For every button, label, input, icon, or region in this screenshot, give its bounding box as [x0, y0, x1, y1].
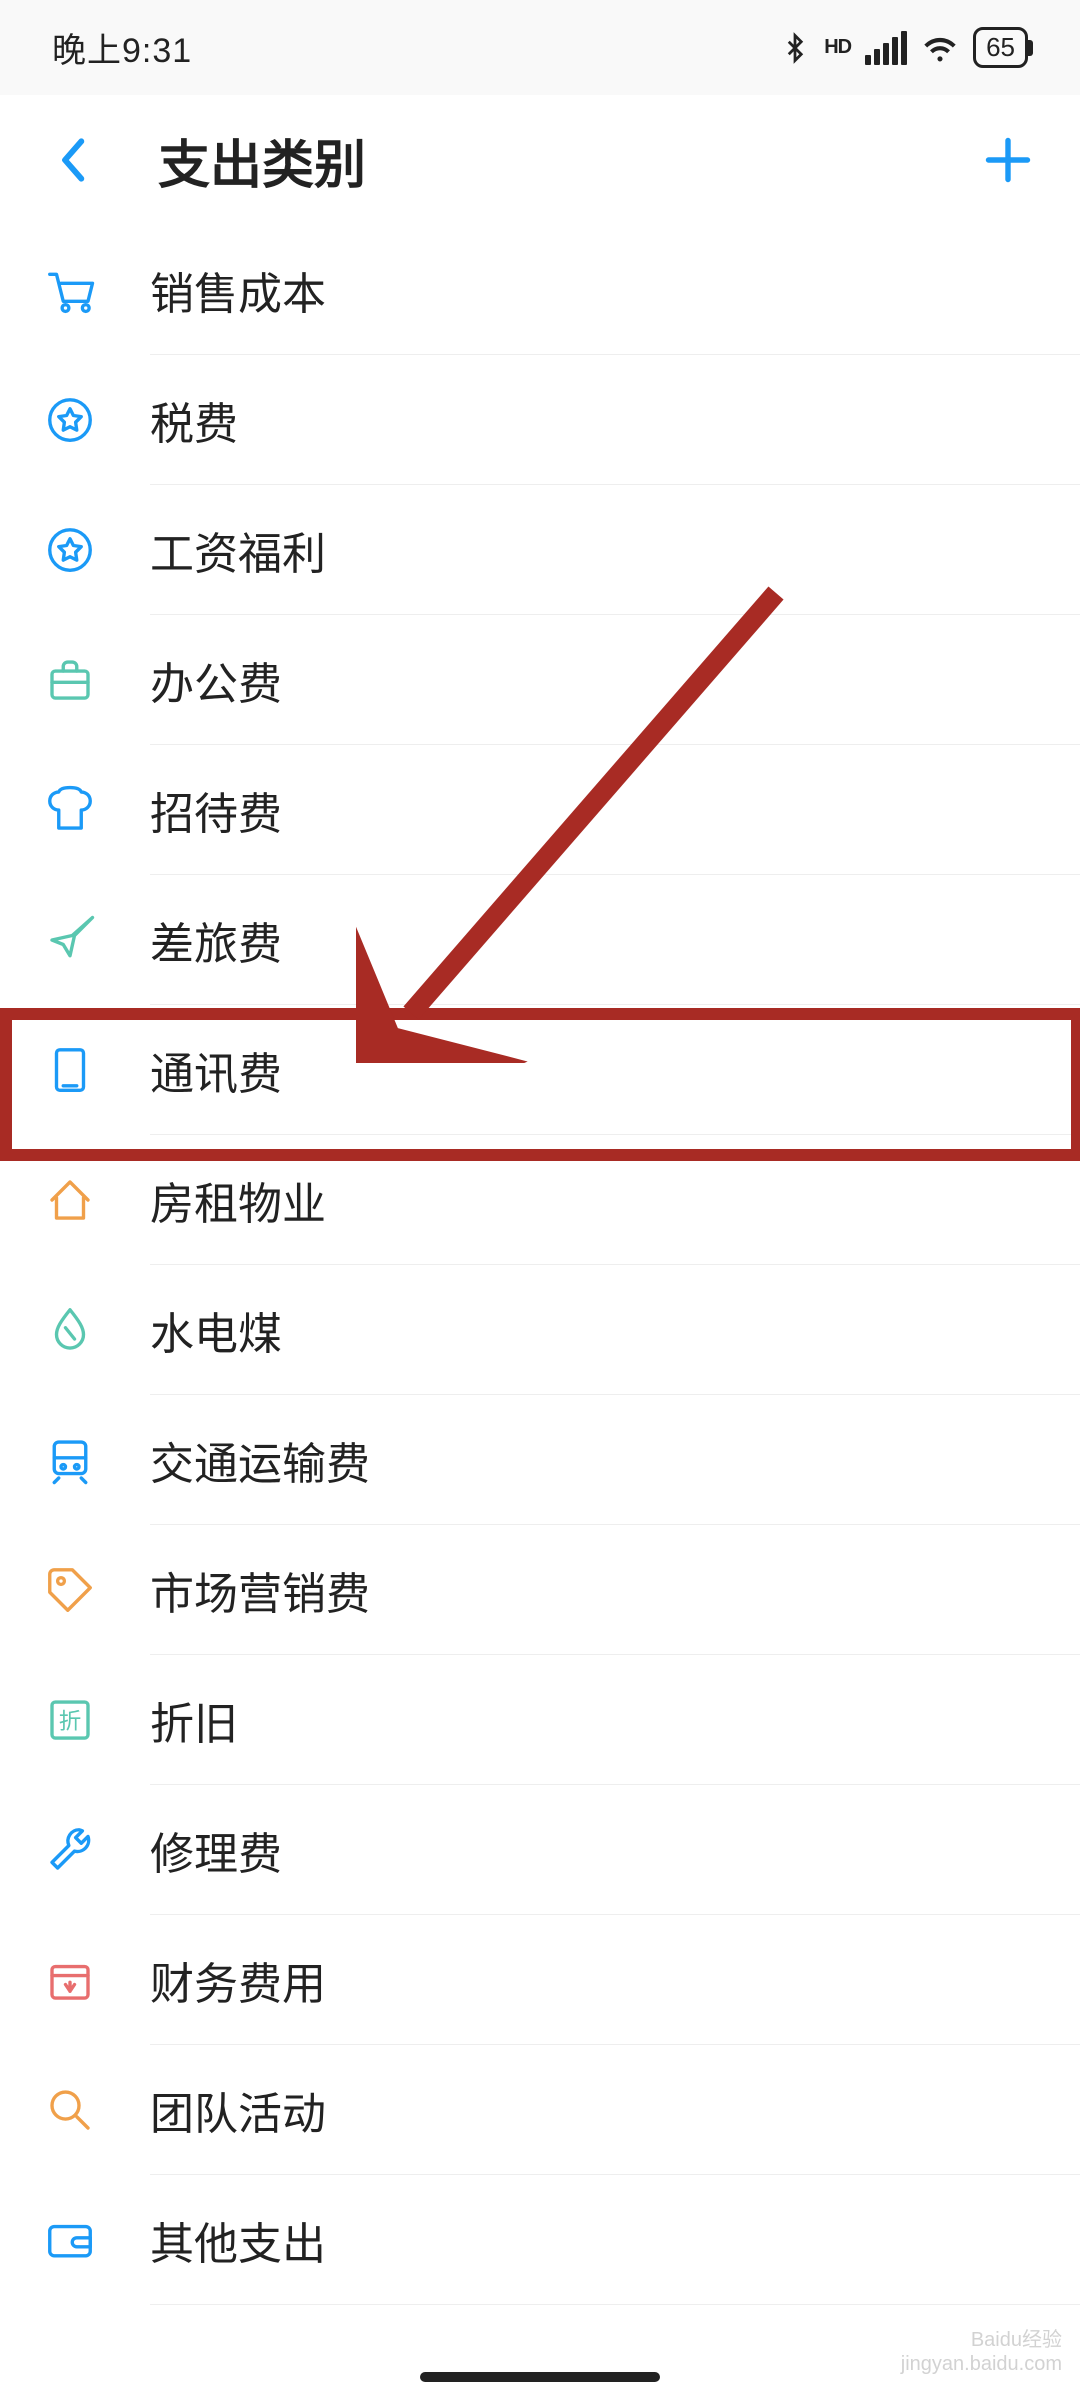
- battery-indicator: 65: [973, 27, 1028, 68]
- status-time: 晚上9:31: [52, 23, 192, 72]
- house-icon: [42, 1172, 98, 1228]
- category-item[interactable]: 财务费用: [0, 1915, 1080, 2045]
- tag-icon: [42, 1562, 98, 1618]
- category-label: 水电煤: [150, 1298, 282, 1362]
- status-bar: 晚上9:31 HD 65: [0, 0, 1080, 95]
- plane-icon: [42, 912, 98, 968]
- magnifier-icon: [42, 2082, 98, 2138]
- svg-text:折: 折: [59, 1709, 82, 1734]
- plus-icon: [982, 134, 1034, 186]
- money-box-icon: [42, 1952, 98, 2008]
- star-badge-icon: [42, 392, 98, 448]
- category-label: 房租物业: [150, 1168, 326, 1232]
- chevron-left-icon: [58, 136, 86, 184]
- category-label: 通讯费: [150, 1038, 282, 1102]
- page-title: 支出类别: [158, 123, 366, 198]
- category-item[interactable]: 招待费: [0, 745, 1080, 875]
- page-header: 支出类别: [0, 95, 1080, 225]
- category-item[interactable]: 税费: [0, 355, 1080, 485]
- category-item[interactable]: 折 折旧: [0, 1655, 1080, 1785]
- category-item[interactable]: 市场营销费: [0, 1525, 1080, 1655]
- category-item[interactable]: 团队活动: [0, 2045, 1080, 2175]
- category-label: 折旧: [150, 1688, 238, 1752]
- category-label: 招待费: [150, 778, 282, 842]
- category-label: 团队活动: [150, 2078, 326, 2142]
- category-item[interactable]: 差旅费: [0, 875, 1080, 1005]
- wallet-icon: [42, 2212, 98, 2268]
- category-label: 工资福利: [150, 518, 326, 582]
- category-label: 其他支出: [150, 2208, 326, 2272]
- star-badge-icon: [42, 522, 98, 578]
- wifi-icon: [921, 29, 959, 67]
- back-button[interactable]: [42, 130, 102, 190]
- category-label: 税费: [150, 388, 238, 452]
- bluetooth-icon: [780, 30, 810, 66]
- chef-hat-icon: [42, 782, 98, 838]
- depreciation-icon: 折: [42, 1692, 98, 1748]
- category-item[interactable]: 水电煤: [0, 1265, 1080, 1395]
- category-item[interactable]: 工资福利: [0, 485, 1080, 615]
- category-item[interactable]: 通讯费: [0, 1005, 1080, 1135]
- train-icon: [42, 1432, 98, 1488]
- category-label: 修理费: [150, 1818, 282, 1882]
- category-label: 差旅费: [150, 908, 282, 972]
- category-label: 办公费: [150, 648, 282, 712]
- tablet-icon: [42, 1042, 98, 1098]
- briefcase-icon: [42, 652, 98, 708]
- add-button[interactable]: [978, 130, 1038, 190]
- wrench-icon: [42, 1822, 98, 1878]
- watermark: Baidu经验 jingyan.baidu.com: [901, 2328, 1062, 2376]
- category-label: 交通运输费: [150, 1428, 370, 1492]
- category-item[interactable]: 修理费: [0, 1785, 1080, 1915]
- category-label: 财务费用: [150, 1948, 326, 2012]
- home-indicator[interactable]: [420, 2372, 660, 2382]
- signal-icon: [865, 31, 907, 65]
- cart-icon: [42, 262, 98, 318]
- category-item[interactable]: 销售成本: [0, 225, 1080, 355]
- water-drop-icon: [42, 1302, 98, 1358]
- category-label: 销售成本: [150, 258, 326, 322]
- category-item[interactable]: 交通运输费: [0, 1395, 1080, 1525]
- category-list: 销售成本税费工资福利办公费招待费差旅费通讯费房租物业水电煤交通运输费市场营销费折…: [0, 225, 1080, 2305]
- category-label: 市场营销费: [150, 1558, 370, 1622]
- hd-indicator: HD: [824, 36, 851, 59]
- category-item[interactable]: 房租物业: [0, 1135, 1080, 1265]
- category-item[interactable]: 其他支出: [0, 2175, 1080, 2305]
- status-icons: HD 65: [780, 27, 1028, 68]
- category-item[interactable]: 办公费: [0, 615, 1080, 745]
